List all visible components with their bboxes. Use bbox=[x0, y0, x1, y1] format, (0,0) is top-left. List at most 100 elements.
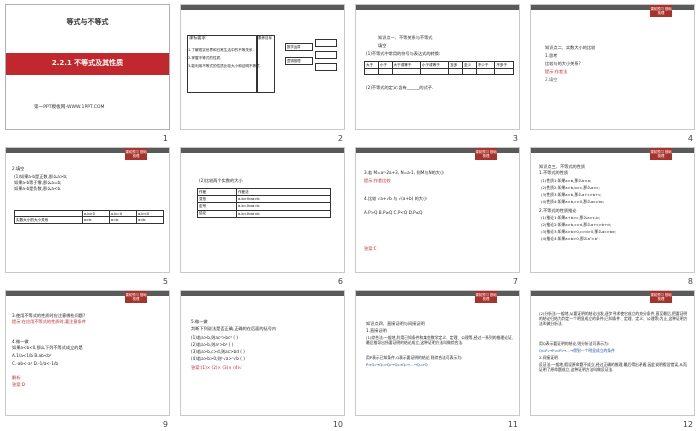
slide-thumbnail-1[interactable]: 等式与不等式 2.2.1 不等式及其性质 第一PPT模板网-WWW.1PPT.C… bbox=[0, 0, 174, 143]
slide-4-line-3: 比较与的大小关系? bbox=[545, 61, 581, 66]
slide-10-top-bar bbox=[181, 291, 344, 296]
slide-10-line-6: (4)若a>b>0,则ⁿ√a>ⁿ√b ( ) bbox=[191, 356, 245, 361]
slide-12-badge: 课前预习 基础梳理 bbox=[650, 291, 672, 303]
slide-11-line-3: (1)综合法:一般地,利用已知条件和某些数学定义、定理、公理等,经过一系列的推理… bbox=[366, 335, 513, 346]
table-cell: 作差 bbox=[197, 187, 237, 197]
table-cell: 作差法 bbox=[235, 187, 332, 197]
slide-number: 11 bbox=[507, 420, 518, 429]
table-cell: 实数大小的大小关系 bbox=[14, 216, 83, 225]
slide-8-line-6: (4)性质4:如果a>b,c>0,那么ac>bc; bbox=[541, 199, 605, 204]
slide-11-canvas: 课前预习 基础梳理 知识点四、直接证明与间接证明 1.直接证明 (1)综合法:一… bbox=[355, 290, 520, 416]
slide-9-line-4: 如果a<b<0,那么下列不等式成立的是 bbox=[12, 345, 83, 350]
slide-9-badge: 课前预习 基础梳理 bbox=[125, 291, 147, 303]
slide-8-line-5: (3)性质3:如果a>b,那么a+c>b+c; bbox=[541, 192, 602, 197]
table-cell: a-b=0⇔a=b bbox=[235, 202, 332, 211]
slide-thumbnail-12[interactable]: 课前预习 基础梳理 (2)分析法:一般地,从要证明的结论出发,逐步寻求使它成立的… bbox=[525, 286, 699, 429]
slide-thumbnail-2[interactable]: 课标要求 素养目标 1.了解现实世界和日常生活中的不等关系. 2.掌握不等式的性… bbox=[175, 0, 349, 143]
slide-sorter-grid: 等式与不等式 2.2.1 不等式及其性质 第一PPT模板网-WWW.1PPT.C… bbox=[0, 0, 700, 431]
slide-7-line-1: 3.若 M=a²-2a+3, N=a-1, 则M与N的大小 bbox=[364, 170, 445, 175]
slide-6-table: 作差 作差法 变形 a-b>0⇔a>b 定号 a-b=0⇔a=b 结论 a-b<0⇔a<… bbox=[197, 187, 332, 218]
slide-thumbnail-9[interactable]: 课前预习 基础梳理 3.使用不等式的性质时应注意哪些问题? 提示:在应用不等式的… bbox=[0, 286, 174, 429]
slide-thumbnail-10[interactable]: 5.做一做 判断下列说法是否正确,正确的在后面的括号内 (1)若a>b,则ac²… bbox=[175, 286, 349, 429]
slide-8-line-8: (1)推论1:如果a+b>c,那么a>c-b; bbox=[541, 215, 600, 220]
slide-8-line-10: (3)推论3:如果a>b>0,c>d>0,那么ac>bd; bbox=[541, 229, 616, 234]
slide-2-right-2: 逻辑推理 bbox=[287, 59, 301, 63]
slide-thumbnail-11[interactable]: 课前预习 基础梳理 知识点四、直接证明与间接证明 1.直接证明 (1)综合法:一… bbox=[350, 286, 524, 429]
slide-5-table: a-b>0 a-b=0 a-b<0 实数大小的大小关系 a>b a=b a<b bbox=[14, 209, 165, 225]
slide-4-line-1: 知识点二、实数大小的比较 bbox=[545, 45, 596, 50]
slide-thumbnail-6[interactable]: (2)比较两个实数的大小 作差 作差法 变形 a-b>0⇔a>b 定号 a-b=0⇔a… bbox=[175, 143, 349, 286]
slide-4-line-2: 1.思考 bbox=[545, 53, 558, 58]
slide-thumbnail-5[interactable]: 课前预习 基础梳理 2.填空 (1)如果a-b是正数,那么a>b; 如果a-b等… bbox=[0, 143, 174, 286]
slide-9-line-2: 提示:在应用不等式的性质时,要注意条件 bbox=[12, 319, 86, 324]
slide-12-line-5: 反证法:一般地,假设原命题不成立,经过正确的推理,最后得出矛盾,因此说明假设错误… bbox=[539, 362, 687, 373]
slide-3-canvas: 知识点一、不等关系与不等式 填空 (1)不等式中常用的符号与表达式的转换: 大于… bbox=[355, 4, 520, 130]
slide-number: 9 bbox=[162, 420, 168, 429]
slide-number: 6 bbox=[337, 277, 343, 286]
slide-4-canvas: 课前预习 基础梳理 知识点二、实数大小的比较 1.思考 比较与的大小关系? 提示… bbox=[530, 4, 695, 130]
slide-10-line-3: (1)若a>b,则ac²>bc² ( ) bbox=[191, 335, 238, 340]
slide-11-line-2: 1.直接证明 bbox=[366, 328, 387, 333]
table-cell: 小于或等于 bbox=[419, 60, 450, 70]
slide-number: 3 bbox=[512, 134, 518, 143]
slide-11-badge: 课前预习 基础梳理 bbox=[475, 291, 497, 303]
slide-7-line-4: A.P>Q B.P≥Q C.P<Q D.P≤Q bbox=[364, 210, 423, 215]
slide-9-line-7: 解析: bbox=[12, 375, 22, 380]
slide-12-line-3: Q⇐P₁→P₁⇐P₂→…→得到一个明显成立的条件 bbox=[539, 348, 615, 353]
table-cell: 变形 bbox=[197, 195, 237, 204]
slide-6-line-1: (2)比较两个实数的大小 bbox=[199, 178, 243, 183]
slide-number: 10 bbox=[332, 420, 343, 429]
slide-4-line-5: 2.填空 bbox=[545, 77, 558, 82]
table-cell: a<b bbox=[135, 216, 165, 225]
table-cell: 至少 bbox=[461, 60, 477, 70]
slide-4-line-4: 提示:作差法 bbox=[545, 69, 568, 74]
table-cell: 不少于 bbox=[475, 60, 496, 70]
slide-9-line-6: C.-ab<-a² D.-1/a<-1/b bbox=[12, 361, 59, 366]
slide-1-title: 等式与不等式 bbox=[66, 18, 109, 26]
slide-8-line-9: (2)推论2:如果a>b,c>d,那么a+c>b+d; bbox=[541, 222, 611, 227]
slide-2-col2-header: 素养目标 bbox=[258, 36, 272, 40]
slide-thumbnail-4[interactable]: 课前预习 基础梳理 知识点二、实数大小的比较 1.思考 比较与的大小关系? 提示… bbox=[525, 0, 699, 143]
slide-thumbnail-7[interactable]: 课前预习 基础梳理 3.若 M=a²-2a+3, N=a-1, 则M与N的大小 … bbox=[350, 143, 524, 286]
table-cell: a>b bbox=[81, 216, 110, 225]
slide-2-item-2: 2.掌握不等式的性质. bbox=[188, 56, 222, 60]
slide-4-badge: 课前预习 基础梳理 bbox=[650, 5, 672, 17]
slide-12-line-4: 2.间接证明 bbox=[539, 355, 558, 360]
slide-10-line-4: (2)若a>b,则a²>b² ( ) bbox=[191, 342, 234, 347]
slide-8-line-3: (1)性质1:如果a>b,那么b<a; bbox=[541, 178, 592, 183]
slide-10-line-7: 答案:(1)× (2)× (3)× (4)√ bbox=[191, 365, 242, 370]
slide-10-line-2: 判断下列说法是否正确,正确的在后面的括号内 bbox=[191, 326, 277, 331]
slide-1-subtitle: 2.2.1 不等式及其性质 bbox=[51, 59, 124, 67]
slide-11-line-4: 用P表示已知条件,Q表示要证明的结论,则综合法可表示为: bbox=[366, 355, 463, 360]
slide-12-canvas: 课前预习 基础梳理 (2)分析法:一般地,从要证明的结论出发,逐步寻求使它成立的… bbox=[530, 290, 695, 416]
slide-6-top-bar bbox=[181, 148, 344, 153]
slide-9-line-8: 答案:D bbox=[12, 382, 26, 387]
slide-3-line-3: (1)不等式中常用的符号与表达式的转换: bbox=[366, 51, 441, 56]
table-cell: a=b bbox=[108, 216, 137, 225]
slide-8-badge: 课前预习 基础梳理 bbox=[650, 148, 672, 160]
slide-3-table: 大于 小于 大于或等于 小于或等于 至多 至少 不少于 不多于 bbox=[364, 60, 514, 76]
slide-thumbnail-8[interactable]: 课前预习 基础梳理 知识点三、不等式的性质 1.不等式的性质 (1)性质1:如果… bbox=[525, 143, 699, 286]
slide-11-line-5: P⇒Q₁→Q₁⇒Q₂→Q₂⇒Q₃→…→Qₙ⇒Q bbox=[366, 362, 428, 367]
table-cell: 结论 bbox=[197, 209, 237, 218]
table-cell: a-b<0⇔a<b bbox=[235, 209, 332, 218]
slide-5-line-4: 如果a-b是负数,那么a<b. bbox=[14, 186, 62, 191]
slide-7-canvas: 课前预习 基础梳理 3.若 M=a²-2a+3, N=a-1, 则M与N的大小 … bbox=[355, 147, 520, 273]
table-cell: 小于 bbox=[377, 60, 393, 70]
table-cell: 不多于 bbox=[494, 60, 514, 70]
slide-5-canvas: 课前预习 基础梳理 2.填空 (1)如果a-b是正数,那么a>b; 如果a-b等… bbox=[5, 147, 170, 273]
slide-8-line-7: 2.不等式的性质推论 bbox=[539, 208, 577, 213]
slide-1-canvas: 等式与不等式 2.2.1 不等式及其性质 第一PPT模板网-WWW.1PPT.C… bbox=[5, 4, 170, 130]
slide-number: 4 bbox=[687, 134, 693, 143]
slide-2-right-1: 数学运算 bbox=[287, 45, 301, 49]
slide-3-line-1: 知识点一、不等关系与不等式 bbox=[378, 35, 433, 40]
slide-2-col1-header: 课标要求 bbox=[189, 35, 206, 40]
slide-number: 2 bbox=[337, 134, 343, 143]
slide-2-item-3: 3.能利用不等式的性质比较大小和证明不等式. bbox=[188, 64, 261, 68]
slide-number: 1 bbox=[162, 134, 168, 143]
slide-10-line-1: 5.做一做 bbox=[191, 319, 208, 324]
slide-number: 7 bbox=[512, 277, 518, 286]
slide-9-line-5: A.1/a<1/b B.ab<b² bbox=[12, 353, 52, 358]
slide-11-line-1: 知识点四、直接证明与间接证明 bbox=[366, 321, 425, 326]
slide-thumbnail-3[interactable]: 知识点一、不等关系与不等式 填空 (1)不等式中常用的符号与表达式的转换: 大于… bbox=[350, 0, 524, 143]
